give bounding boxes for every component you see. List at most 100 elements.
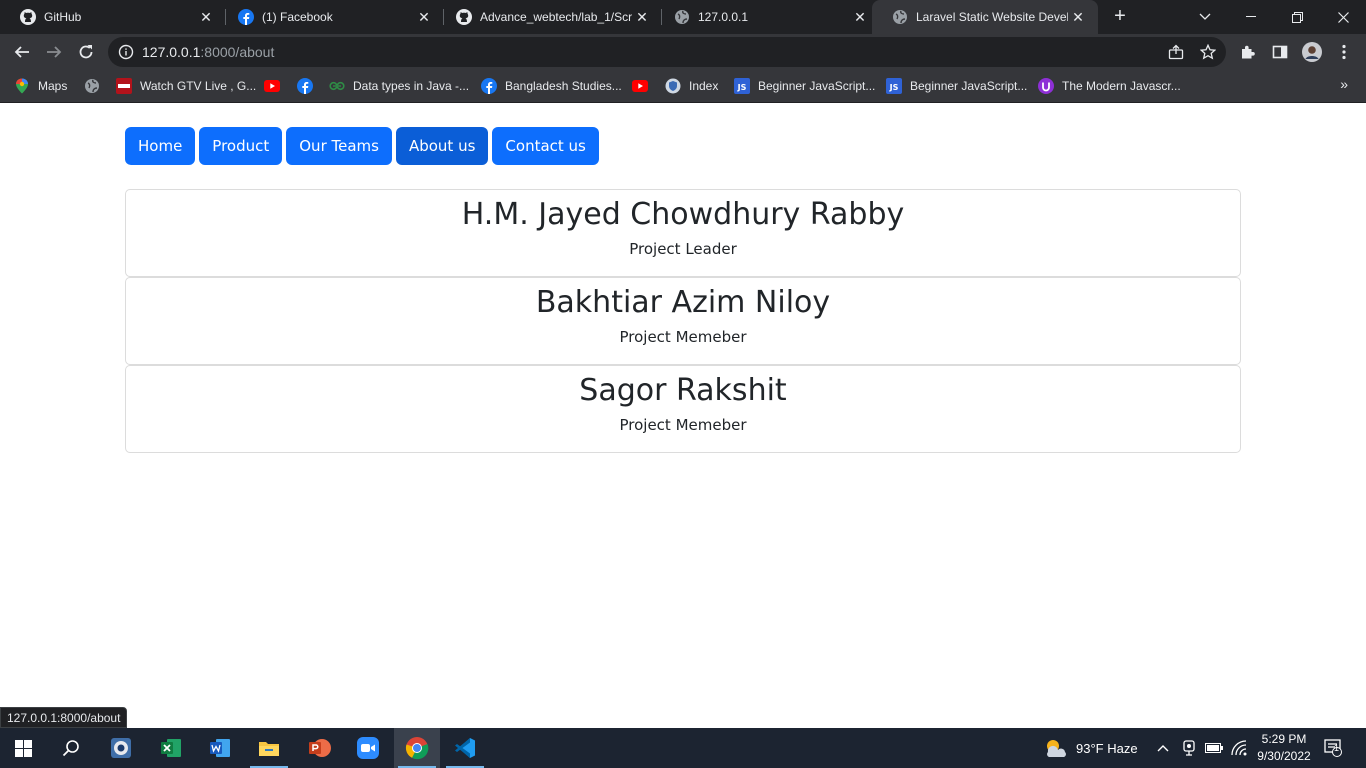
weather-widget[interactable]: 93°F Haze <box>1044 728 1138 768</box>
nav-contact-button[interactable]: Contact us <box>492 127 599 165</box>
bookmark-label: The Modern Javascr... <box>1062 79 1181 93</box>
network-tray[interactable] <box>1231 728 1247 768</box>
bookmark-facebook[interactable] <box>297 76 321 96</box>
bookmark-maps[interactable]: Maps <box>14 76 67 96</box>
notification-center-button[interactable]: 1 <box>1324 728 1342 768</box>
close-window-button[interactable] <box>1320 0 1366 34</box>
clock-date: 9/30/2022 <box>1257 749 1311 763</box>
gfg-icon <box>329 78 345 94</box>
bookmark-gtv[interactable]: Watch GTV Live , G... <box>116 76 256 96</box>
tab-title: GitHub <box>44 10 82 24</box>
close-icon[interactable]: ✕ <box>850 9 870 26</box>
battery-icon <box>1205 743 1223 753</box>
bookmarks-overflow-button[interactable]: » <box>1340 76 1348 92</box>
tab-strip: GitHub ✕ (1) Facebook ✕ Advance_webtech/… <box>0 0 1366 34</box>
facebook-icon <box>481 78 497 94</box>
bookmark-bangladesh-studies[interactable]: Bangladesh Studies... <box>481 76 622 96</box>
extensions-icon[interactable] <box>1238 42 1258 62</box>
meet-now-tray[interactable] <box>1182 728 1196 768</box>
device-icon <box>1183 740 1195 756</box>
nav-product-button[interactable]: Product <box>199 127 283 165</box>
bookmark-globe[interactable] <box>84 76 108 96</box>
close-icon[interactable]: ✕ <box>414 9 434 26</box>
reload-icon <box>79 45 93 59</box>
tab-title: (1) Facebook <box>262 10 333 24</box>
nav-home-button[interactable]: Home <box>125 127 196 165</box>
restore-button[interactable] <box>1274 0 1320 34</box>
word-icon <box>210 739 230 757</box>
member-name: Bakhtiar Azim Niloy <box>535 285 831 320</box>
bookmark-youtube[interactable] <box>632 76 656 96</box>
side-panel-icon[interactable] <box>1270 42 1290 62</box>
new-tab-button[interactable]: + <box>1108 4 1132 28</box>
system-clock[interactable]: 5:29 PM 9/30/2022 <box>1254 731 1314 765</box>
minimize-button[interactable] <box>1228 0 1274 34</box>
svg-text:JS: JS <box>889 83 899 92</box>
tab-facebook[interactable]: (1) Facebook ✕ <box>218 0 444 34</box>
browser-toolbar: 127.0.0.1:8000/about <box>0 34 1366 70</box>
reload-button[interactable] <box>73 39 99 65</box>
url-path: :8000/about <box>200 44 275 60</box>
taskbar-chrome[interactable] <box>394 728 440 768</box>
taskbar-word[interactable] <box>197 728 243 768</box>
bookmark-beginner-js-1[interactable]: JS Beginner JavaScript... <box>734 76 875 96</box>
start-button[interactable] <box>0 728 46 768</box>
back-button[interactable] <box>9 39 35 65</box>
close-icon[interactable]: ✕ <box>196 9 216 26</box>
share-icon[interactable] <box>1168 44 1184 60</box>
team-list: H.M. Jayed Chowdhury Rabby Project Leade… <box>125 189 1241 453</box>
bookmark-modern-js[interactable]: The Modern Javascr... <box>1038 76 1181 96</box>
taskbar-powerpoint[interactable] <box>296 728 342 768</box>
facebook-icon <box>238 9 254 25</box>
photos-app-icon <box>111 738 131 758</box>
bookmark-java-datatypes[interactable]: Data types in Java -... <box>329 76 469 96</box>
bookmark-label: Bangladesh Studies... <box>505 79 622 93</box>
nav-about-button[interactable]: About us <box>395 127 489 165</box>
js-icon: JS <box>886 78 902 94</box>
bookmark-youtube[interactable] <box>264 76 288 96</box>
chevron-up-icon <box>1157 745 1169 752</box>
windows-taskbar: 93°F Haze 5:29 PM 9/30/2022 1 <box>0 728 1366 768</box>
team-member-card: H.M. Jayed Chowdhury Rabby Project Leade… <box>125 189 1241 277</box>
taskbar-photos-app[interactable] <box>98 728 144 768</box>
svg-text:JS: JS <box>737 83 747 92</box>
weather-text: 93°F Haze <box>1076 740 1138 756</box>
info-icon[interactable] <box>118 44 134 60</box>
profile-avatar[interactable] <box>1302 42 1322 62</box>
bookmark-index[interactable]: Index <box>665 76 718 96</box>
page-content: Home Product Our Teams About us Contact … <box>0 103 1366 728</box>
bookmark-label: Data types in Java -... <box>353 79 470 93</box>
url-text[interactable]: 127.0.0.1:8000/about <box>142 44 274 60</box>
close-icon[interactable]: ✕ <box>632 9 652 26</box>
tab-localhost[interactable]: 127.0.0.1 ✕ <box>654 0 880 34</box>
globe-icon <box>674 9 690 25</box>
taskbar-file-explorer[interactable] <box>246 728 292 768</box>
tab-search-button[interactable] <box>1182 0 1228 34</box>
bookmark-beginner-js-2[interactable]: JS Beginner JavaScript... <box>886 76 1027 96</box>
star-icon[interactable] <box>1200 44 1216 60</box>
taskbar-excel[interactable] <box>148 728 194 768</box>
bookmark-label: Index <box>689 79 719 93</box>
maps-icon <box>14 78 30 94</box>
bookmark-label: Beginner JavaScript... <box>758 79 876 93</box>
clock-time: 5:29 PM <box>1261 732 1307 746</box>
battery-tray[interactable] <box>1205 728 1223 768</box>
close-icon[interactable]: ✕ <box>1068 9 1088 26</box>
tab-advance-webtech[interactable]: Advance_webtech/lab_1/Scre ✕ <box>436 0 662 34</box>
show-hidden-icons-button[interactable] <box>1157 728 1169 768</box>
tab-laravel-active[interactable]: Laravel Static Website Develo ✕ <box>872 0 1098 34</box>
team-member-card: Bakhtiar Azim Niloy Project Memeber <box>125 277 1241 365</box>
nav-teams-button[interactable]: Our Teams <box>286 127 392 165</box>
taskbar-zoom[interactable] <box>345 728 391 768</box>
chrome-icon <box>405 737 429 760</box>
js-icon: JS <box>734 78 750 94</box>
search-button[interactable] <box>48 728 94 768</box>
youtube-icon <box>264 78 280 94</box>
taskbar-vscode[interactable] <box>442 728 488 768</box>
address-bar[interactable]: 127.0.0.1:8000/about <box>108 37 1226 67</box>
forward-button[interactable] <box>41 39 67 65</box>
weather-haze-icon <box>1047 740 1066 757</box>
tab-github[interactable]: GitHub ✕ <box>0 0 226 34</box>
github-icon <box>20 9 36 25</box>
menu-icon[interactable] <box>1334 42 1354 62</box>
